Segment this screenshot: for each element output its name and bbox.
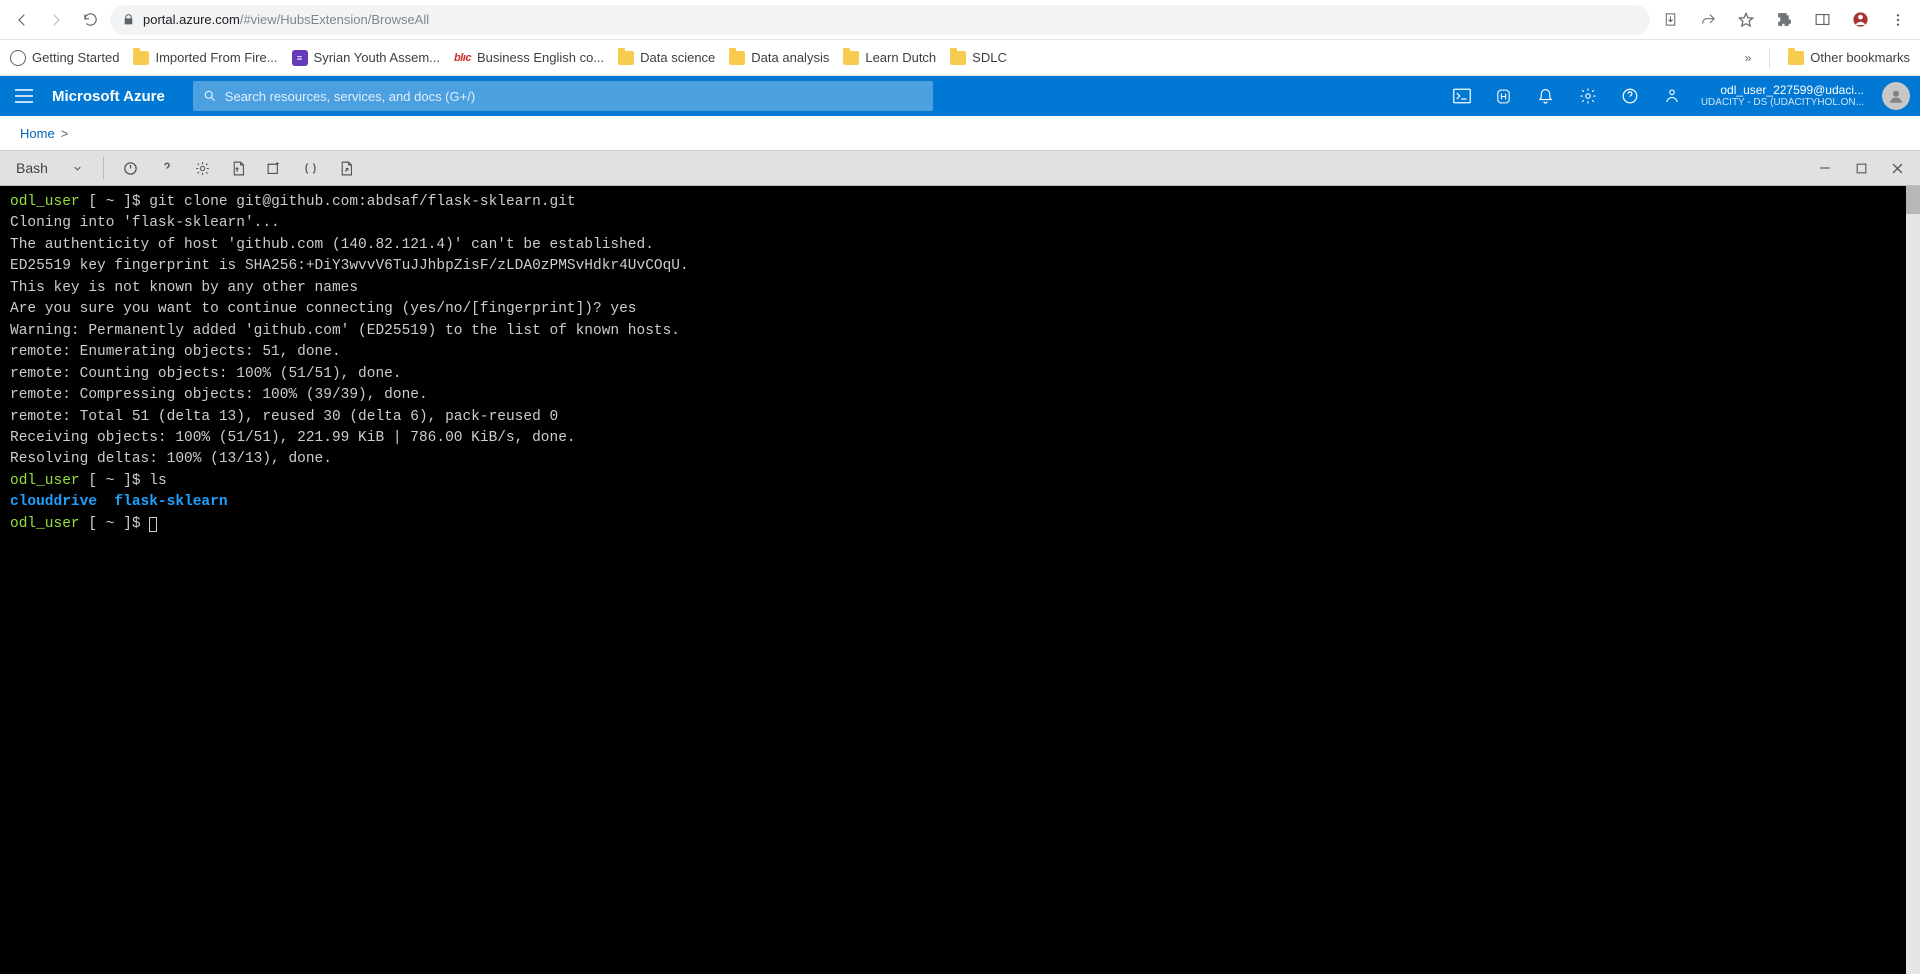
folder-icon — [618, 51, 634, 65]
folder-icon — [1788, 51, 1804, 65]
settings-icon[interactable] — [1567, 76, 1609, 116]
term-line: Cloning into 'flask-sklearn'... — [10, 215, 280, 231]
upload-download-button[interactable] — [222, 154, 256, 182]
breadcrumb-home[interactable]: Home — [20, 126, 55, 141]
settings-button[interactable] — [186, 154, 220, 182]
cloud-shell-toolbar: Bash — [0, 150, 1920, 186]
term-prompt: [ ~ ]$ — [80, 194, 150, 210]
other-bookmarks[interactable]: Other bookmarks — [1788, 50, 1910, 65]
user-email: odl_user_227599@udaci... — [1720, 83, 1864, 97]
scroll-thumb[interactable] — [1906, 186, 1920, 214]
cloud-shell-icon[interactable] — [1441, 76, 1483, 116]
search-icon — [203, 89, 217, 103]
editor-button[interactable] — [294, 154, 328, 182]
new-session-button[interactable] — [258, 154, 292, 182]
term-cmd: git clone git@github.com:abdsaf/flask-sk… — [149, 194, 575, 210]
term-dir: clouddrive — [10, 494, 97, 510]
install-app-icon[interactable] — [1656, 6, 1684, 34]
bookmark-syrian-youth[interactable]: ≡Syrian Youth Assem... — [292, 50, 440, 66]
bookmarks-bar: Getting Started Imported From Fire... ≡S… — [0, 40, 1920, 76]
separator — [1769, 48, 1770, 68]
star-icon[interactable] — [1732, 6, 1760, 34]
avatar[interactable] — [1882, 82, 1910, 110]
azure-header: Microsoft Azure odl_user_227599@udaci...… — [0, 76, 1920, 116]
term-line: ED25519 key fingerprint is SHA256:+DiY3w… — [10, 258, 689, 274]
address-bar[interactable]: portal.azure.com/#view/HubsExtension/Bro… — [110, 5, 1650, 35]
bookmark-business-english[interactable]: blıcBusiness English co... — [454, 50, 604, 65]
term-line: Warning: Permanently added 'github.com' … — [10, 323, 680, 339]
close-button[interactable] — [1880, 154, 1914, 182]
user-tenant: UDACITY - DS (UDACITYHOL.ON... — [1701, 97, 1864, 109]
bookmark-getting-started[interactable]: Getting Started — [10, 50, 119, 66]
share-icon[interactable] — [1694, 6, 1722, 34]
menu-button[interactable] — [0, 76, 48, 116]
term-line: Are you sure you want to continue connec… — [10, 301, 637, 317]
breadcrumb-sep: > — [61, 126, 69, 141]
help-icon[interactable] — [1609, 76, 1651, 116]
web-preview-button[interactable] — [330, 154, 364, 182]
restart-button[interactable] — [114, 154, 148, 182]
notifications-icon[interactable] — [1525, 76, 1567, 116]
bookmark-imported[interactable]: Imported From Fire... — [133, 50, 277, 65]
search-box[interactable] — [193, 81, 933, 111]
profile-icon[interactable] — [1846, 6, 1874, 34]
term-line: This key is not known by any other names — [10, 280, 358, 296]
scrollbar[interactable] — [1906, 186, 1920, 974]
brand-label[interactable]: Microsoft Azure — [48, 88, 183, 105]
term-prompt: [ ~ ]$ — [80, 473, 150, 489]
minimize-button[interactable] — [1808, 154, 1842, 182]
search-input[interactable] — [225, 89, 923, 104]
term-cmd: ls — [149, 473, 166, 489]
term-user: odl_user — [10, 194, 80, 210]
term-line: Receiving objects: 100% (51/51), 221.99 … — [10, 430, 576, 446]
term-dir: flask-sklearn — [114, 494, 227, 510]
shell-type-label: Bash — [16, 160, 48, 176]
terminal-container: odl_user [ ~ ]$ git clone git@github.com… — [0, 186, 1920, 974]
shell-type-select[interactable]: Bash — [6, 154, 93, 182]
folder-icon — [133, 51, 149, 65]
term-line: remote: Total 51 (delta 13), reused 30 (… — [10, 409, 558, 425]
user-account[interactable]: odl_user_227599@udaci... UDACITY - DS (U… — [1693, 83, 1872, 109]
term-line: remote: Compressing objects: 100% (39/39… — [10, 387, 428, 403]
url-host: portal.azure.com — [143, 12, 240, 27]
separator — [103, 157, 104, 179]
bookmark-data-science[interactable]: Data science — [618, 50, 715, 65]
folder-icon — [729, 51, 745, 65]
term-prompt: [ ~ ]$ — [80, 516, 150, 532]
browser-nav-bar: portal.azure.com/#view/HubsExtension/Bro… — [0, 0, 1920, 40]
bookmarks-overflow[interactable]: » — [1745, 51, 1752, 65]
bookmark-sdlc[interactable]: SDLC — [950, 50, 1007, 65]
term-user: odl_user — [10, 473, 80, 489]
directories-icon[interactable] — [1483, 76, 1525, 116]
breadcrumb: Home > — [0, 116, 1920, 150]
reload-button[interactable] — [76, 6, 104, 34]
app-icon: ≡ — [292, 50, 308, 66]
lock-icon — [122, 13, 135, 26]
sidepanel-icon[interactable] — [1808, 6, 1836, 34]
back-button[interactable] — [8, 6, 36, 34]
globe-icon — [10, 50, 26, 66]
help-button[interactable] — [150, 154, 184, 182]
term-line: remote: Enumerating objects: 51, done. — [10, 344, 341, 360]
feedback-icon[interactable] — [1651, 76, 1693, 116]
menu-icon[interactable] — [1884, 6, 1912, 34]
forward-button[interactable] — [42, 6, 70, 34]
bookmark-learn-dutch[interactable]: Learn Dutch — [843, 50, 936, 65]
term-line: The authenticity of host 'github.com (14… — [10, 237, 654, 253]
url-path: /#view/HubsExtension/BrowseAll — [240, 12, 429, 27]
term-line: remote: Counting objects: 100% (51/51), … — [10, 366, 402, 382]
blic-icon: blıc — [454, 52, 471, 64]
chevron-down-icon — [72, 163, 83, 174]
folder-icon — [950, 51, 966, 65]
terminal[interactable]: odl_user [ ~ ]$ git clone git@github.com… — [0, 186, 1920, 974]
term-user: odl_user — [10, 516, 80, 532]
extensions-icon[interactable] — [1770, 6, 1798, 34]
term-line: Resolving deltas: 100% (13/13), done. — [10, 451, 332, 467]
bookmark-data-analysis[interactable]: Data analysis — [729, 50, 829, 65]
folder-icon — [843, 51, 859, 65]
maximize-button[interactable] — [1844, 154, 1878, 182]
cursor — [149, 517, 157, 532]
